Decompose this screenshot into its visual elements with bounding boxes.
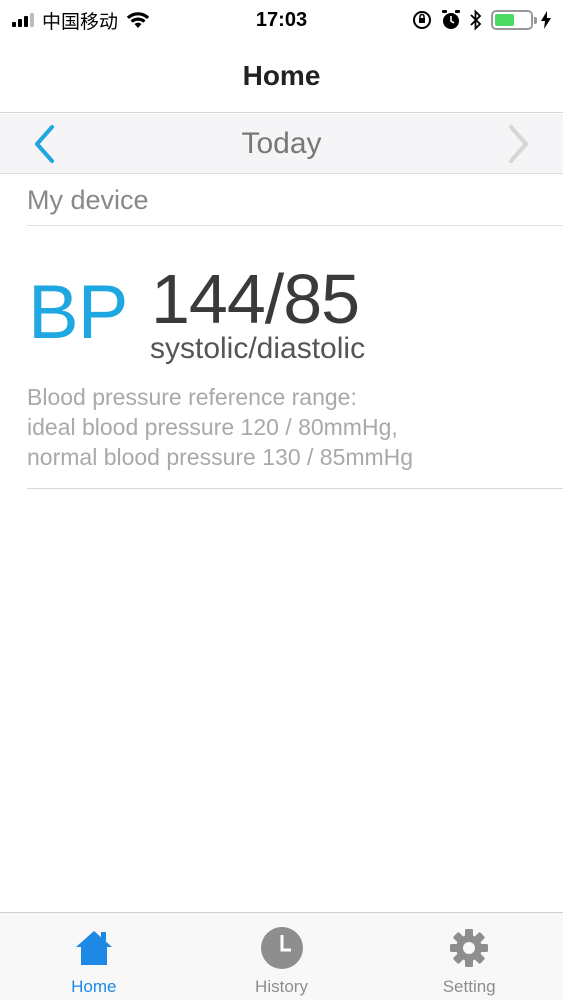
tab-history[interactable]: History xyxy=(188,913,376,1000)
carrier-label: 中国移动 xyxy=(42,11,119,33)
page-title: Home xyxy=(242,60,321,91)
tab-label: History xyxy=(255,977,308,996)
battery-icon xyxy=(491,10,537,30)
chevron-right-icon xyxy=(509,125,528,163)
bp-value: 144/85 xyxy=(151,260,360,338)
reference-range: Blood pressure reference range: ideal bl… xyxy=(27,382,413,472)
previous-day-button[interactable] xyxy=(24,124,64,164)
status-left: 中国移动 xyxy=(12,7,150,34)
bp-reading: BP 144/85 systolic/diastolic Blood press… xyxy=(27,226,563,489)
reference-line: ideal blood pressure 120 / 80mmHg, xyxy=(27,414,398,440)
clock-icon xyxy=(259,925,305,971)
rotation-lock-icon xyxy=(413,11,431,29)
bp-units: systolic/diastolic xyxy=(150,332,366,365)
tab-setting[interactable]: Setting xyxy=(375,913,563,1000)
tab-label: Setting xyxy=(442,977,496,996)
alarm-icon xyxy=(442,10,460,29)
bp-tag: BP xyxy=(28,270,128,355)
reference-line: Blood pressure reference range: xyxy=(27,384,357,410)
wifi-icon xyxy=(126,12,150,28)
tab-label: Home xyxy=(71,977,117,996)
status-bar: 中国移动 17:03 xyxy=(0,0,563,40)
status-right xyxy=(411,9,551,31)
signal-icon xyxy=(12,13,34,27)
gear-icon xyxy=(446,925,492,971)
chevron-left-icon xyxy=(35,125,54,163)
my-device-header: My device xyxy=(27,176,563,226)
bluetooth-icon xyxy=(470,9,482,31)
screen: 中国移动 17:03 Home Today My device BP 144/8… xyxy=(0,0,563,1000)
tab-bar: Home History Setting xyxy=(0,912,563,1000)
reference-line: normal blood pressure 130 / 85mmHg xyxy=(27,444,414,470)
next-day-button[interactable] xyxy=(499,124,539,164)
nav-bar: Home xyxy=(0,40,563,113)
tab-home[interactable]: Home xyxy=(0,913,188,1000)
home-icon xyxy=(71,925,117,971)
date-bar: Today xyxy=(0,114,563,174)
date-label: Today xyxy=(241,126,322,160)
section-label: My device xyxy=(27,185,149,215)
charging-icon xyxy=(541,11,551,29)
